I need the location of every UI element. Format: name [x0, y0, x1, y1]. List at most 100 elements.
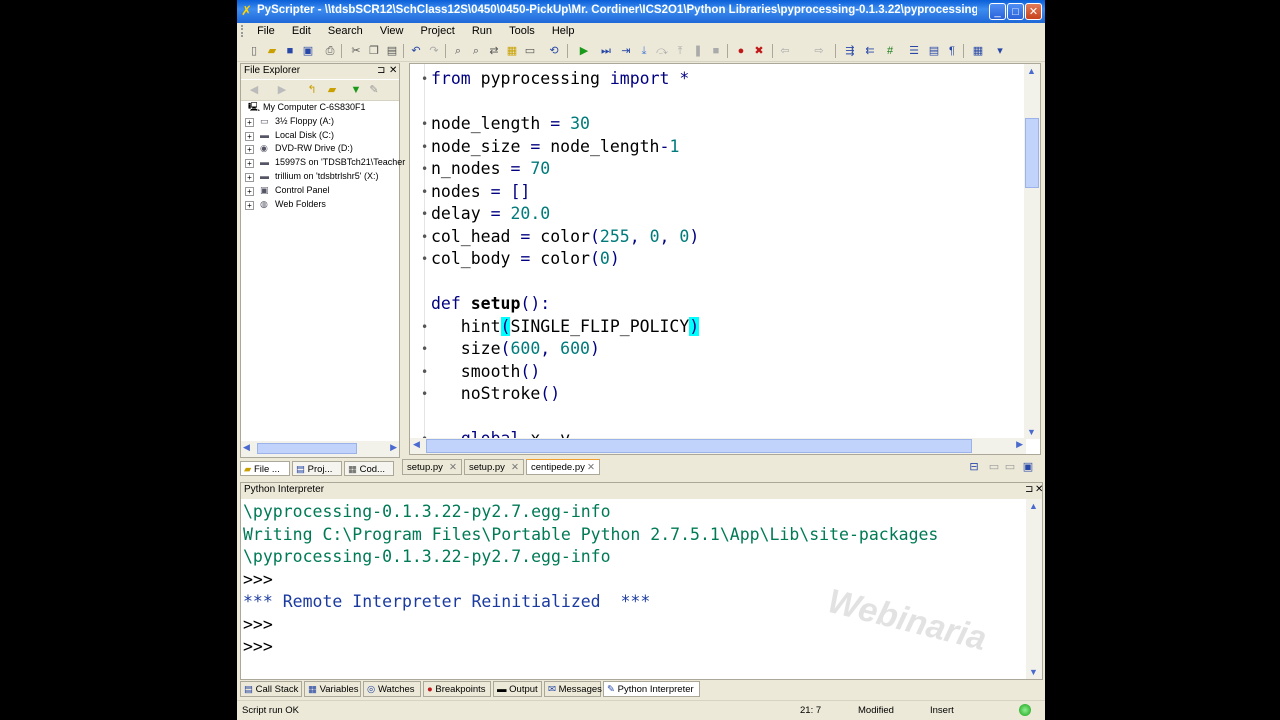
menu-help[interactable]: Help: [545, 23, 582, 41]
menu-project[interactable]: Project: [414, 23, 462, 41]
scroll-down-icon[interactable]: ▼: [1029, 667, 1038, 677]
line-marker-icon[interactable]: •: [421, 68, 428, 91]
tab-options-icon[interactable]: ▭: [987, 460, 1001, 474]
tree-item[interactable]: + ▭ 3½ Floppy (A:): [241, 115, 399, 129]
find-next-icon[interactable]: ⌕: [469, 44, 483, 58]
step-into-icon[interactable]: ⤓: [637, 44, 651, 58]
code-area[interactable]: • from pyprocessing import * • node_length …: [421, 68, 1021, 451]
tab-python-interpreter[interactable]: ✎ Python Interpreter: [603, 681, 700, 697]
tab-project-explorer[interactable]: ▤ Proj...: [292, 461, 342, 476]
tree-item[interactable]: + ▣ Control Panel: [241, 184, 399, 198]
find-icon[interactable]: ⌕: [451, 44, 465, 58]
tree-item[interactable]: + ▬ 15997S on 'TDSBTch21\Teacher: [241, 156, 405, 170]
line-marker-icon[interactable]: •: [421, 181, 428, 204]
back-icon[interactable]: ◀: [247, 83, 261, 97]
favorites-icon[interactable]: ▰: [325, 83, 339, 97]
save-all-icon[interactable]: ▣: [301, 44, 315, 58]
code-line[interactable]: • node_size = node_length-1: [421, 136, 1021, 159]
line-marker-icon[interactable]: •: [421, 226, 428, 249]
python-interpreter-pane[interactable]: Python Interpreter ⊐ ✕ Webinaria \pyproc…: [240, 482, 1043, 680]
line-marker-icon[interactable]: •: [421, 338, 428, 361]
expand-icon[interactable]: +: [245, 117, 254, 127]
close-tab-icon[interactable]: ✕: [587, 460, 595, 475]
cut-icon[interactable]: ✂: [349, 44, 363, 58]
editor-hscroll[interactable]: ◀ ▶: [410, 438, 1026, 454]
scroll-down-icon[interactable]: ▼: [1027, 427, 1036, 437]
forward-icon[interactable]: ⇨: [812, 44, 826, 58]
maximize-button[interactable]: □: [1007, 3, 1024, 20]
close-tab-icon[interactable]: ✕: [511, 460, 519, 475]
replace-icon[interactable]: ⇄: [487, 44, 501, 58]
list-icon[interactable]: ☰: [907, 44, 921, 58]
code-line[interactable]: [431, 91, 1021, 114]
pin-icon[interactable]: ⊐: [1025, 484, 1033, 495]
close-tab-icon[interactable]: ✕: [449, 460, 457, 475]
undo-icon[interactable]: ↶: [409, 44, 423, 58]
debug-icon[interactable]: ⏭: [599, 44, 613, 58]
comment-icon[interactable]: #: [883, 44, 897, 58]
tree-item-my-computer[interactable]: 🖳 My Computer C-6S830F1: [241, 101, 399, 115]
back-icon[interactable]: ⇦: [778, 44, 792, 58]
tab-variables[interactable]: ▦ Variables: [304, 681, 361, 697]
menu-grip-icon[interactable]: [241, 25, 247, 38]
toggle-breakpoint-icon[interactable]: ●: [734, 44, 748, 58]
copy-icon[interactable]: ❐: [367, 44, 381, 58]
file-tab-setup-1[interactable]: setup.py ✕: [402, 459, 462, 475]
close-pane-icon[interactable]: ✕: [389, 65, 397, 76]
expand-icon[interactable]: +: [245, 159, 254, 169]
code-line[interactable]: • n_nodes = 70: [421, 158, 1021, 181]
code-line[interactable]: • nodes = []: [421, 181, 1021, 204]
scroll-thumb[interactable]: [426, 439, 972, 453]
scroll-left-icon[interactable]: ◀: [243, 442, 250, 453]
layout-icon[interactable]: ▦: [971, 44, 985, 58]
new-file-icon[interactable]: ▯: [247, 44, 261, 58]
forward-icon[interactable]: ▶: [275, 83, 289, 97]
file-tab-setup-2[interactable]: setup.py ✕: [464, 459, 524, 475]
expand-icon[interactable]: +: [245, 131, 254, 141]
code-line[interactable]: • col_body = color(0): [421, 248, 1021, 271]
code-line[interactable]: • node_length = 30: [421, 113, 1021, 136]
expand-icon[interactable]: +: [245, 186, 254, 196]
scroll-right-icon[interactable]: ▶: [390, 442, 397, 453]
step-over-icon[interactable]: ⤼: [655, 44, 669, 58]
menu-tools[interactable]: Tools: [502, 23, 542, 41]
menu-view[interactable]: View: [373, 23, 411, 41]
tab-breakpoints[interactable]: ● Breakpoints: [423, 681, 491, 697]
expand-icon[interactable]: +: [245, 145, 254, 155]
pin-icon[interactable]: ⊐: [377, 65, 385, 76]
save-icon[interactable]: ■: [283, 44, 297, 58]
menu-search[interactable]: Search: [321, 23, 370, 41]
scroll-thumb[interactable]: [257, 443, 357, 454]
tab-split-icon[interactable]: ▭: [1003, 460, 1017, 474]
goto-icon[interactable]: ▦: [505, 44, 519, 58]
paste-icon[interactable]: ▤: [385, 44, 399, 58]
scroll-thumb[interactable]: [1025, 118, 1039, 188]
syntax-check-icon[interactable]: ⟲: [547, 44, 561, 58]
open-file-icon[interactable]: ▰: [265, 44, 279, 58]
layouts-dropdown-icon[interactable]: ▾: [993, 44, 1007, 58]
code-line[interactable]: [431, 406, 1021, 429]
code-line[interactable]: • noStroke(): [421, 383, 1021, 406]
code-line[interactable]: • from pyprocessing import *: [421, 68, 1021, 91]
print-icon[interactable]: ⎙: [323, 44, 337, 58]
indent-icon[interactable]: ⇶: [843, 44, 857, 58]
tab-output[interactable]: ▬ Output: [493, 681, 542, 697]
code-line[interactable]: • smooth(): [421, 361, 1021, 384]
tab-maximize-icon[interactable]: ▣: [1021, 460, 1035, 474]
file-tab-centipede[interactable]: centipede.py ✕: [526, 459, 600, 475]
line-marker-icon[interactable]: •: [421, 248, 428, 271]
folder-up-icon[interactable]: ↰: [305, 83, 319, 97]
line-marker-icon[interactable]: •: [421, 383, 428, 406]
line-marker-icon[interactable]: •: [421, 113, 428, 136]
minimize-button[interactable]: _: [989, 3, 1006, 20]
code-line[interactable]: def setup():: [431, 293, 1021, 316]
scroll-left-icon[interactable]: ◀: [413, 439, 420, 450]
expand-icon[interactable]: +: [245, 172, 254, 182]
tree-item[interactable]: + ▬ Local Disk (C:): [241, 129, 399, 143]
pause-icon[interactable]: ❚: [691, 44, 705, 58]
toggle-comment-icon[interactable]: ▭: [523, 44, 537, 58]
tree-item[interactable]: + ◍ Web Folders: [241, 198, 399, 212]
code-line[interactable]: • delay = 20.0: [421, 203, 1021, 226]
scroll-up-icon[interactable]: ▲: [1029, 501, 1038, 511]
editor-vscroll[interactable]: ▲ ▼: [1024, 64, 1040, 439]
